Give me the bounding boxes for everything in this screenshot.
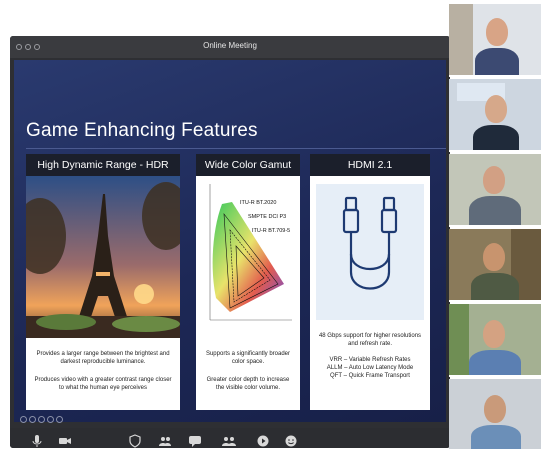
gamut-label-3: ITU-R BT.709-5 <box>252 228 291 234</box>
slide-next-control[interactable] <box>56 416 63 423</box>
eiffel-tower-image <box>26 176 180 338</box>
slide-controls <box>20 416 63 426</box>
meeting-toolbar <box>10 428 450 448</box>
participant-3-body <box>469 196 521 225</box>
record-icon[interactable] <box>256 434 270 448</box>
participant-5-face <box>483 320 505 348</box>
participant-5-body <box>469 350 521 375</box>
bookshelf-background <box>449 4 473 75</box>
slide-zoom-control[interactable] <box>38 416 45 423</box>
participant-tile-6[interactable] <box>449 379 541 451</box>
hdr-description-2: Produces video with a greater contrast r… <box>34 377 172 391</box>
shared-slide: Game Enhancing Features High Dynamic Ran… <box>14 60 446 423</box>
window-title: Online Meeting <box>203 41 257 50</box>
video-camera-icon[interactable] <box>58 434 72 448</box>
share-icon[interactable] <box>222 434 236 448</box>
reactions-icon[interactable] <box>284 434 298 448</box>
plant-background <box>449 304 469 375</box>
hdmi-feature-allm: ALLM – Auto Low Latency Mode <box>326 365 414 371</box>
hdmi-feature-qft: QFT – Quick Frame Transport <box>330 373 410 379</box>
gamut-description-1: Supports a significantly broader color s… <box>205 351 291 365</box>
participant-tile-5[interactable] <box>449 304 541 377</box>
participant-2-face <box>485 95 507 123</box>
participant-tile-2[interactable] <box>449 79 541 152</box>
gamut-label-2: SMPTE DCI P3 <box>248 214 287 220</box>
slide-pen-control[interactable] <box>29 416 36 423</box>
gamut-label-1: ITU-R BT.2020 <box>240 200 277 206</box>
participant-tile-3[interactable] <box>449 154 541 227</box>
hdr-card: High Dynamic Range - HDR Provides a larg… <box>26 154 180 410</box>
gamut-description-2: Greater color depth to increase the visi… <box>206 377 290 391</box>
hdmi-cable-icon <box>342 196 398 290</box>
participant-4-body <box>471 273 519 300</box>
color-gamut-card-heading: Wide Color Gamut <box>196 154 300 176</box>
hdmi-card-heading: HDMI 2.1 <box>310 154 430 176</box>
participant-3-face <box>483 166 505 194</box>
participant-4-face <box>483 243 505 271</box>
slide-title: Game Enhancing Features <box>26 120 258 141</box>
participant-1-body <box>475 48 519 75</box>
participant-6-face <box>484 395 506 423</box>
slide-menu-control[interactable] <box>47 416 54 423</box>
participants-icon[interactable] <box>158 434 172 448</box>
slide-prev-control[interactable] <box>20 416 27 423</box>
hdr-description-1: Provides a larger range between the brig… <box>36 351 170 365</box>
participant-2-body <box>473 125 519 150</box>
hdmi-description: 48 Gbps support for higher resolutions a… <box>318 333 422 347</box>
security-shield-icon[interactable] <box>128 434 142 448</box>
hdmi-feature-vrr: VRR – Variable Refresh Rates <box>329 357 411 363</box>
title-bar: Online Meeting <box>10 36 450 58</box>
participant-1-face <box>486 18 508 46</box>
microphone-icon[interactable] <box>30 434 44 448</box>
participant-tile-1[interactable] <box>449 4 541 77</box>
hdmi-card: HDMI 2.1 48 Gbps support for higher reso… <box>310 154 430 410</box>
participant-6-body <box>471 425 521 449</box>
color-gamut-card: Wide Color Gamut ITU-R BT.2020 SMPTE DCI… <box>196 154 300 410</box>
chat-icon[interactable] <box>188 434 202 448</box>
slide-divider <box>26 148 446 149</box>
meeting-window: Online Meeting Game Enhancing Features H… <box>10 36 450 448</box>
hdr-card-heading: High Dynamic Range - HDR <box>26 154 180 176</box>
participant-tile-4[interactable] <box>449 229 541 302</box>
